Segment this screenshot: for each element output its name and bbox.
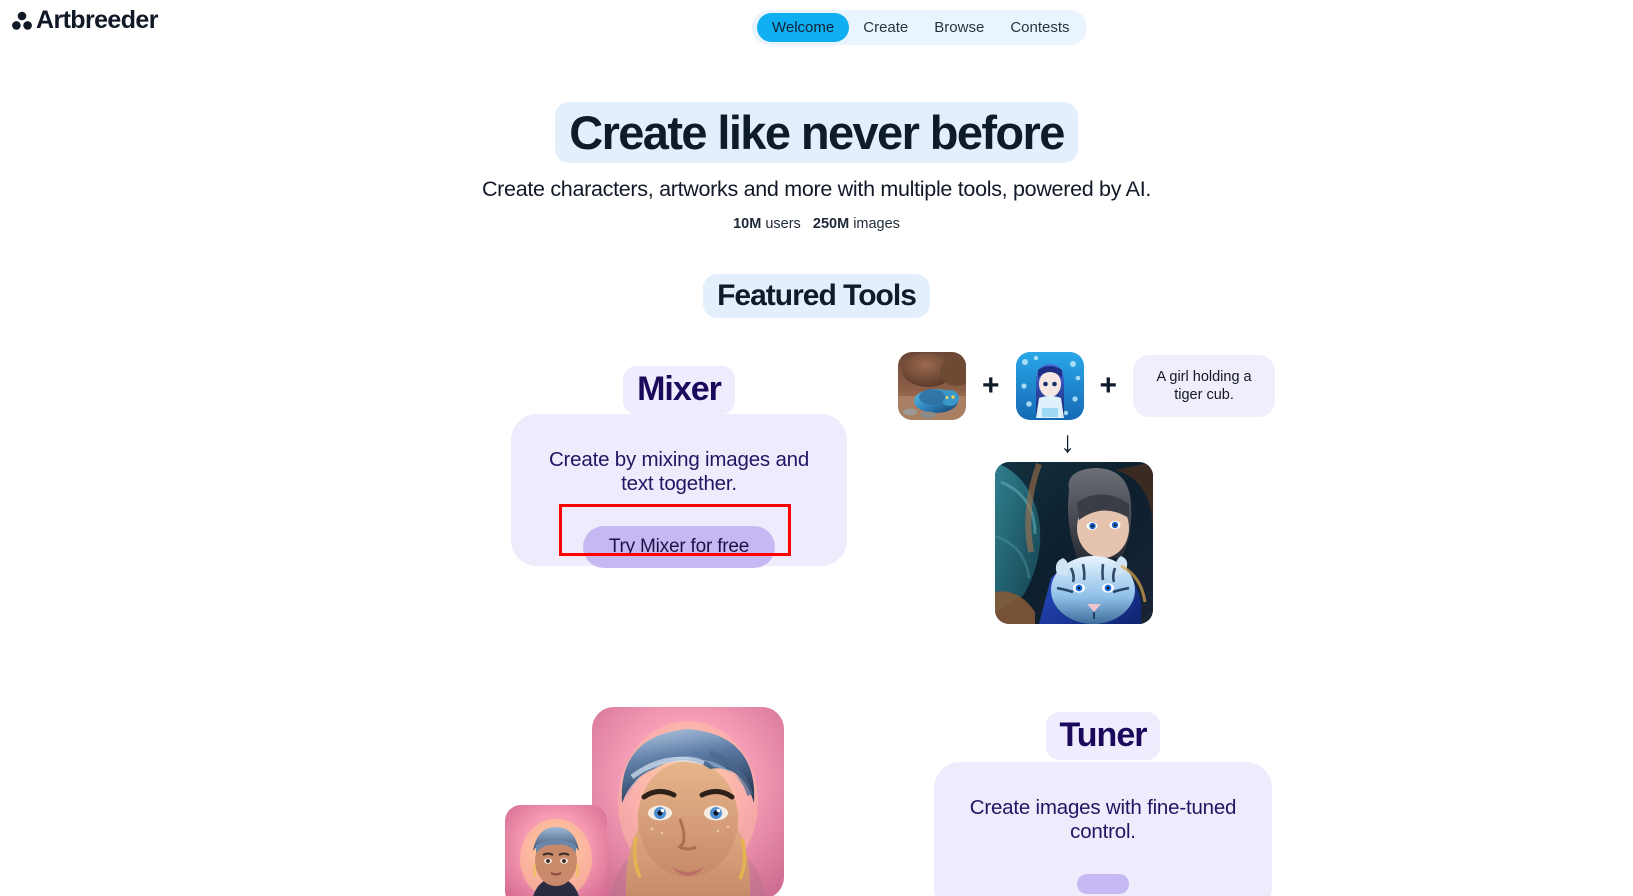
page-title: Create like never before (555, 101, 1078, 164)
featured-tools-section: Featured Tools (0, 274, 1633, 317)
stat-users-label: users (765, 216, 801, 233)
mixer-demo-row: + + A girl holding a tiger cub. (898, 352, 1276, 420)
tuner-title-container: Tuner (934, 712, 1272, 760)
featured-tools-heading: Featured Tools (703, 274, 930, 317)
top-bar: Artbreeder Welcome Create Browse Contest… (0, 0, 1633, 56)
tuner-portrait-thumbnail[interactable] (505, 805, 607, 896)
stat-images-label: images (853, 216, 900, 233)
tuner-portrait-large[interactable] (592, 707, 784, 896)
nav-item-create[interactable]: Create (851, 14, 920, 41)
three-circle-cluster-icon (10, 9, 34, 33)
plus-operator-2: + (1099, 369, 1118, 402)
mixer-title: Mixer (623, 366, 735, 414)
mixer-input-thumbnail-1[interactable] (898, 352, 966, 420)
nav-item-contests[interactable]: Contests (998, 14, 1081, 41)
plus-operator-1: + (982, 369, 1000, 402)
tuner-card: Create images with fine-tuned control. (934, 762, 1272, 896)
main-navigation: Welcome Create Browse Contests (752, 10, 1087, 45)
mixer-card: Create by mixing images and text togethe… (511, 414, 847, 568)
try-mixer-for-free-button[interactable]: Try Mixer for free (582, 525, 776, 568)
nav-item-browse[interactable]: Browse (922, 14, 996, 41)
stat-users-value: 10M (733, 216, 762, 233)
nav-item-welcome[interactable]: Welcome (757, 13, 850, 42)
mixer-description: Create by mixing images and text togethe… (548, 448, 810, 495)
arrow-down-icon: ↓ (1060, 426, 1075, 459)
hero-subtitle: Create characters, artworks and more wit… (481, 177, 1152, 202)
mixer-title-container: Mixer (511, 366, 847, 414)
tuner-title: Tuner (1045, 712, 1161, 760)
tuner-description: Create images with fine-tuned control. (969, 796, 1237, 843)
mixer-prompt-bubble[interactable]: A girl holding a tiger cub. (1133, 354, 1276, 418)
mixer-input-thumbnail-2[interactable] (1015, 352, 1084, 420)
hero-section: Create like never before Create characte… (0, 101, 1633, 232)
hero-stats: 10M users 250M images (0, 216, 1633, 232)
stat-images-value: 250M (812, 216, 850, 233)
tuner-cta-button[interactable] (1077, 873, 1129, 894)
brand-name: Artbreeder (36, 6, 158, 34)
brand-logo[interactable]: Artbreeder (10, 8, 158, 33)
mixer-result-image[interactable] (995, 462, 1153, 624)
